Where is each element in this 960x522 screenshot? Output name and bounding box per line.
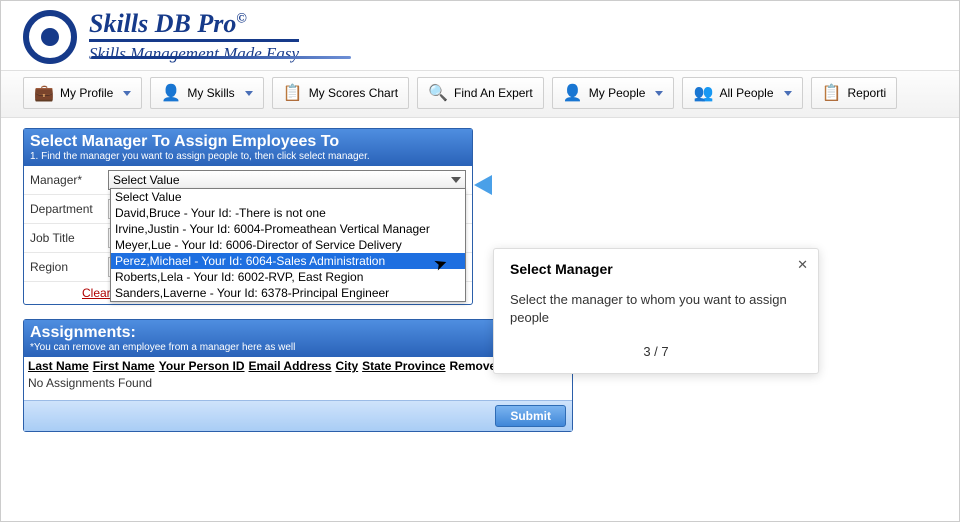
nav-label: My Scores Chart	[309, 86, 398, 100]
manager-option[interactable]: Roberts,Lela - Your Id: 6002-RVP, East R…	[111, 269, 465, 285]
manager-option[interactable]: Sanders,Laverne - Your Id: 6378-Principa…	[111, 285, 465, 301]
department-label: Department	[24, 198, 102, 220]
submit-button[interactable]: Submit	[495, 405, 566, 427]
nav-label: My Profile	[60, 86, 113, 100]
nav-label: My Skills	[187, 86, 234, 100]
help-tooltip: ✕ Select Manager Select the manager to w…	[493, 248, 819, 374]
column-header: Remove	[450, 359, 497, 373]
column-header[interactable]: First Name	[93, 359, 155, 373]
chevron-down-icon	[451, 177, 461, 183]
column-header[interactable]: Last Name	[28, 359, 89, 373]
manager-dropdown[interactable]: Select ValueDavid,Bruce - Your Id: -Ther…	[110, 188, 466, 302]
nav-label: Find An Expert	[454, 86, 533, 100]
search-icon: 🔍	[428, 83, 448, 103]
person-icon: 👤	[161, 83, 181, 103]
clipboard-icon: 📋	[822, 83, 842, 103]
nav-my-skills[interactable]: 👤 My Skills	[150, 77, 263, 109]
manager-select-value: Select Value	[113, 173, 180, 187]
clear-link[interactable]: Clear	[30, 286, 111, 300]
jobtitle-label: Job Title	[24, 227, 102, 249]
nav-label: My People	[589, 86, 646, 100]
tooltip-body: Select the manager to whom you want to a…	[510, 291, 802, 326]
chevron-down-icon	[655, 91, 663, 96]
nav-my-people[interactable]: 👤 My People	[552, 77, 675, 109]
nav-find-expert[interactable]: 🔍 Find An Expert	[417, 77, 544, 109]
nav-all-people[interactable]: 👥 All People	[682, 77, 802, 109]
tooltip-step: 3 / 7	[510, 344, 802, 359]
chevron-down-icon	[123, 91, 131, 96]
person-icon: 👤	[563, 83, 583, 103]
assignments-empty: No Assignments Found	[28, 373, 568, 396]
tooltip-title: Select Manager	[510, 261, 802, 277]
panel-header: Assignments: *You can remove an employee…	[24, 320, 572, 357]
nav-my-scores-chart[interactable]: 📋 My Scores Chart	[272, 77, 409, 109]
manager-option[interactable]: David,Bruce - Your Id: -There is not one	[111, 205, 465, 221]
panel-title: Assignments:	[30, 324, 566, 342]
panel-body: Manager* Select Value Department Job Tit…	[24, 166, 472, 304]
brand-title: Skills DB Pro©	[89, 9, 299, 39]
brand-underline	[91, 56, 351, 66]
region-label: Region	[24, 256, 102, 278]
briefcase-icon: 💼	[34, 83, 54, 103]
assignments-columns: Last Name First Name Your Person ID Email A…	[28, 359, 568, 373]
column-header[interactable]: State Province	[362, 359, 445, 373]
assignments-panel: Assignments: *You can remove an employee…	[23, 319, 573, 432]
main-nav: 💼 My Profile 👤 My Skills 📋 My Scores Cha…	[1, 70, 959, 118]
manager-option[interactable]: Perez,Michael - Your Id: 6064-Sales Admi…	[111, 253, 465, 269]
panel-title: Select Manager To Assign Employees To	[30, 133, 466, 151]
manager-option[interactable]: Irvine,Justin - Your Id: 6004-Promeathea…	[111, 221, 465, 237]
manager-select[interactable]: Select Value	[108, 170, 466, 190]
select-manager-panel: Select Manager To Assign Employees To 1.…	[23, 128, 473, 305]
panel-hint: 1. Find the manager you want to assign p…	[30, 151, 466, 162]
panel-hint: *You can remove an employee from a manag…	[30, 342, 566, 353]
brand-logo-icon	[23, 10, 77, 64]
app-header: Skills DB Pro© Skills Management Made Ea…	[1, 1, 959, 70]
panel-header: Select Manager To Assign Employees To 1.…	[24, 129, 472, 166]
nav-label: Reporti	[848, 86, 887, 100]
column-header[interactable]: Email Address	[249, 359, 332, 373]
nav-reporting[interactable]: 📋 Reporti	[811, 77, 898, 109]
tooltip-pointer-icon	[474, 175, 492, 195]
nav-my-profile[interactable]: 💼 My Profile	[23, 77, 142, 109]
column-header[interactable]: Your Person ID	[159, 359, 245, 373]
main-content: Select Manager To Assign Employees To 1.…	[1, 118, 959, 442]
nav-label: All People	[719, 86, 773, 100]
chevron-down-icon	[245, 91, 253, 96]
people-icon: 👥	[693, 83, 713, 103]
clipboard-icon: 📋	[283, 83, 303, 103]
manager-label: Manager*	[24, 169, 102, 191]
manager-option[interactable]: Meyer,Lue - Your Id: 6006-Director of Se…	[111, 237, 465, 253]
column-header[interactable]: City	[335, 359, 358, 373]
manager-option[interactable]: Select Value	[111, 189, 465, 205]
chevron-down-icon	[784, 91, 792, 96]
close-icon[interactable]: ✕	[797, 257, 808, 273]
